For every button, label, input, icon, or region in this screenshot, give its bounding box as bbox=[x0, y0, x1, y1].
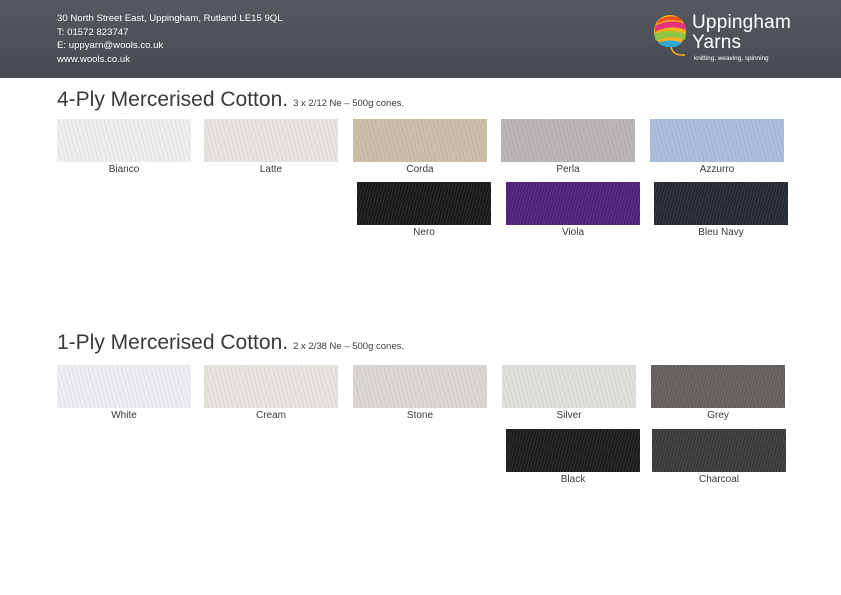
swatch-label: Bleu Navy bbox=[698, 227, 744, 238]
swatch-chip bbox=[353, 119, 487, 162]
swatch-grey[interactable]: Grey bbox=[651, 365, 785, 421]
swatch-label: Bianco bbox=[108, 164, 140, 175]
swatch-chip bbox=[57, 119, 191, 162]
contact-email[interactable]: E: uppyarn@wools.co.uk bbox=[57, 39, 283, 53]
swatch-bleu-navy[interactable]: Bleu Navy bbox=[654, 182, 788, 238]
swatch-chip bbox=[654, 182, 788, 225]
swatch-label: Cream bbox=[255, 410, 286, 421]
swatch-chip bbox=[353, 365, 487, 408]
swatch-chip bbox=[502, 365, 636, 408]
swatch-chip bbox=[357, 182, 491, 225]
contact-address: 30 North Street East, Uppingham, Rutland… bbox=[57, 13, 283, 24]
swatch-label: Stone bbox=[406, 410, 434, 421]
swatch-silver[interactable]: Silver bbox=[502, 365, 636, 421]
swatch-label: Black bbox=[560, 474, 586, 485]
swatch-label: Azzurro bbox=[699, 164, 735, 175]
swatch-perla[interactable]: Perla bbox=[501, 119, 635, 175]
swatch-stone[interactable]: Stone bbox=[353, 365, 487, 421]
swatch-viola[interactable]: Viola bbox=[506, 182, 640, 238]
swatch-cream[interactable]: Cream bbox=[204, 365, 338, 421]
swatch-latte[interactable]: Latte bbox=[204, 119, 338, 175]
swatch-label: Grey bbox=[707, 410, 729, 421]
swatch-chip bbox=[506, 429, 640, 472]
swatch-chip bbox=[204, 365, 338, 408]
swatch-label: Nero bbox=[413, 227, 435, 238]
swatch-chip bbox=[652, 429, 786, 472]
logo-name: Uppingham Yarns bbox=[692, 12, 791, 53]
swatch-label: Viola bbox=[561, 227, 585, 238]
swatch-charcoal[interactable]: Charcoal bbox=[652, 429, 786, 485]
swatch-corda[interactable]: Corda bbox=[353, 119, 487, 175]
swatch-nero[interactable]: Nero bbox=[357, 182, 491, 238]
yarn-ball-logo-icon bbox=[654, 15, 686, 56]
swatch-azzurro[interactable]: Azzurro bbox=[650, 119, 784, 175]
contact-details: 30 North Street East, Uppingham, Rutland… bbox=[57, 12, 283, 66]
swatch-white[interactable]: White bbox=[57, 365, 191, 421]
section-title-1ply: 1-Ply Mercerised Cotton. 2 x 2/38 Ne – 50… bbox=[57, 331, 405, 354]
swatch-black[interactable]: Black bbox=[506, 429, 640, 485]
page-header: 30 North Street East, Uppingham, Rutland… bbox=[0, 0, 841, 78]
contact-phone: T: 01572 823747 bbox=[57, 26, 129, 38]
contact-website[interactable]: www.wools.co.uk bbox=[57, 53, 283, 67]
swatch-chip bbox=[501, 119, 635, 162]
company-logo: Uppingham Yarns knitting, weaving, spinn… bbox=[648, 10, 808, 70]
swatch-chip bbox=[650, 119, 784, 162]
swatch-chip bbox=[57, 365, 191, 408]
swatch-label: Perla bbox=[556, 164, 580, 175]
swatch-label: White bbox=[111, 410, 137, 421]
swatch-label: Corda bbox=[406, 164, 434, 175]
swatch-chip bbox=[651, 365, 785, 408]
section-title-4ply: 4-Ply Mercerised Cotton. 3 x 2/12 Ne – 50… bbox=[57, 88, 405, 111]
swatch-label: Silver bbox=[556, 410, 582, 421]
logo-tagline: knitting, weaving, spinning bbox=[694, 55, 769, 62]
swatch-chip bbox=[204, 119, 338, 162]
swatch-chip bbox=[506, 182, 640, 225]
swatch-label: Charcoal bbox=[698, 474, 740, 485]
swatch-bianco[interactable]: Bianco bbox=[57, 119, 191, 175]
swatch-label: Latte bbox=[259, 164, 283, 175]
